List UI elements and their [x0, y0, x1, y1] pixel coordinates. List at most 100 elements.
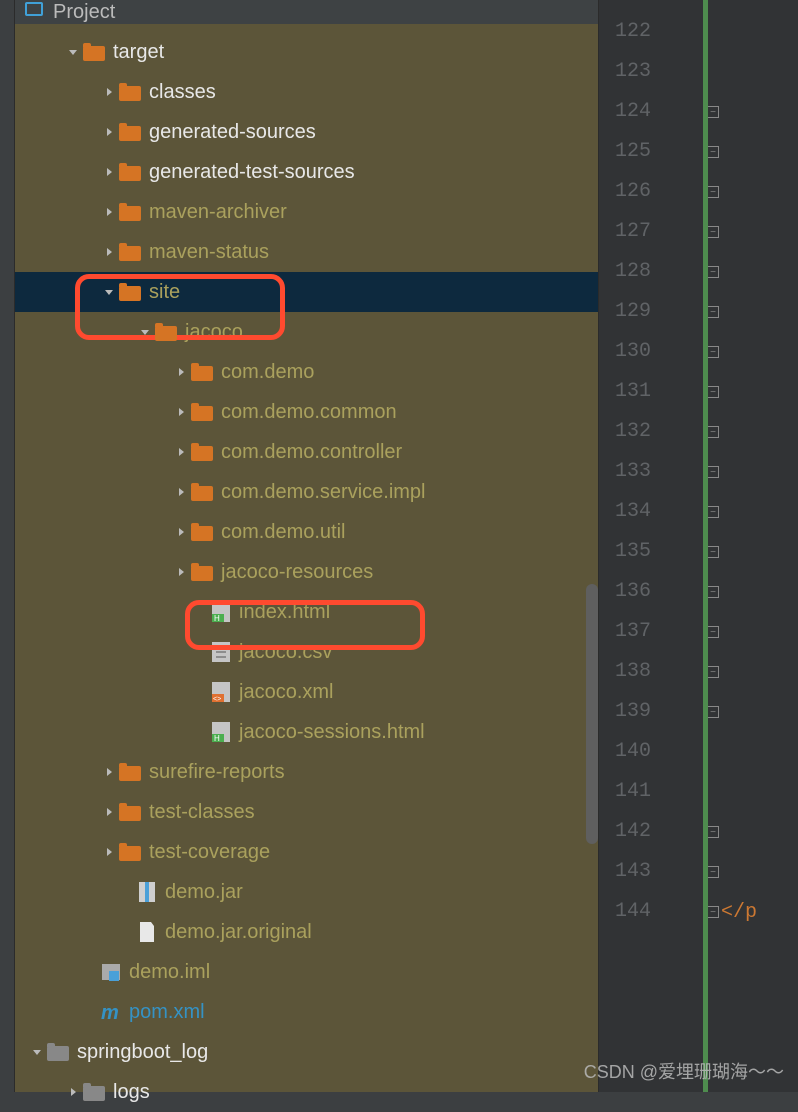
tree-item[interactable]: com.demo.service.impl [15, 472, 598, 512]
gutter-row[interactable] [707, 12, 798, 52]
expand-arrow-icon[interactable] [173, 484, 189, 500]
fold-mark-icon[interactable]: − [707, 266, 719, 278]
tree-item[interactable]: com.demo [15, 352, 598, 392]
gutter-row[interactable] [707, 772, 798, 812]
gutter-row[interactable]: − [707, 132, 798, 172]
gutter-row[interactable]: − [707, 412, 798, 452]
gutter-row[interactable]: − [707, 212, 798, 252]
expand-arrow-icon[interactable] [173, 404, 189, 420]
tree-item[interactable]: demo.jar [15, 872, 598, 912]
tree-item[interactable]: <>jacoco.xml [15, 672, 598, 712]
folder-icon [155, 323, 177, 341]
expand-arrow-icon[interactable] [65, 44, 81, 60]
tree-item[interactable]: mpom.xml [15, 992, 598, 1032]
fold-mark-icon[interactable]: − [707, 186, 719, 198]
tree-item-label: classes [149, 81, 216, 104]
tree-item[interactable]: com.demo.common [15, 392, 598, 432]
line-number: 130 [599, 332, 651, 372]
tree-item[interactable]: demo.iml [15, 952, 598, 992]
expand-arrow-icon[interactable] [101, 164, 117, 180]
tree-item[interactable]: test-coverage [15, 832, 598, 872]
tree-item[interactable]: logs [15, 1072, 598, 1112]
tree-item[interactable]: surefire-reports [15, 752, 598, 792]
project-tree[interactable]: target classes generated-sourcesgenerated-… [15, 24, 598, 1112]
tree-item[interactable]: maven-archiver [15, 192, 598, 232]
gutter-row[interactable]: − [707, 492, 798, 532]
expand-arrow-icon[interactable] [101, 844, 117, 860]
expand-arrow-icon[interactable] [101, 124, 117, 140]
tree-item[interactable]: springboot_log [15, 1032, 598, 1072]
gutter-row[interactable]: − [707, 692, 798, 732]
fold-mark-icon[interactable]: − [707, 706, 719, 718]
expand-arrow-icon[interactable] [173, 364, 189, 380]
expand-arrow-icon[interactable] [173, 524, 189, 540]
panel-header[interactable]: Project [15, 0, 598, 24]
line-number: 138 [599, 652, 651, 692]
gutter-row[interactable]: − [707, 612, 798, 652]
tree-item[interactable]: jacoco.csv [15, 632, 598, 672]
tree-item[interactable]: maven-status [15, 232, 598, 272]
fold-mark-icon[interactable]: − [707, 106, 719, 118]
expand-arrow-icon[interactable] [137, 324, 153, 340]
expand-arrow-icon[interactable] [29, 1044, 45, 1060]
expand-arrow-icon[interactable] [101, 804, 117, 820]
gutter-fold-region[interactable]: −−−−−−−−−−−−−−−−−−−</p [663, 0, 798, 1092]
gutter-row[interactable]: −</p [707, 892, 798, 932]
fold-mark-icon[interactable]: − [707, 666, 719, 678]
tree-item[interactable]: generated-test-sources [15, 152, 598, 192]
tree-item[interactable]: target [15, 32, 598, 72]
tree-item[interactable]: test-classes [15, 792, 598, 832]
tree-item[interactable]: com.demo.util [15, 512, 598, 552]
fold-mark-icon[interactable]: − [707, 906, 719, 918]
tree-item[interactable]: jacoco [15, 312, 598, 352]
tool-window-stripe[interactable] [0, 0, 15, 1092]
gutter-row[interactable]: − [707, 172, 798, 212]
gutter-row[interactable]: − [707, 812, 798, 852]
gutter-row[interactable] [707, 52, 798, 92]
fold-mark-icon[interactable]: − [707, 626, 719, 638]
fold-mark-icon[interactable]: − [707, 226, 719, 238]
fold-mark-icon[interactable]: − [707, 586, 719, 598]
fold-mark-icon[interactable]: − [707, 866, 719, 878]
gutter-row[interactable]: − [707, 292, 798, 332]
fold-mark-icon[interactable]: − [707, 426, 719, 438]
expand-arrow-icon[interactable] [173, 444, 189, 460]
fold-mark-icon[interactable]: − [707, 466, 719, 478]
gutter-row[interactable]: − [707, 532, 798, 572]
gutter-row[interactable]: − [707, 92, 798, 132]
fold-mark-icon[interactable]: − [707, 306, 719, 318]
gutter-row[interactable]: − [707, 372, 798, 412]
expand-arrow-icon[interactable] [173, 564, 189, 580]
tree-item[interactable]: jacoco-resources [15, 552, 598, 592]
tree-item[interactable]: Hindex.html [15, 592, 598, 632]
fold-mark-icon[interactable]: − [707, 826, 719, 838]
folder-icon [191, 443, 213, 461]
gutter-row[interactable]: − [707, 332, 798, 372]
tree-item[interactable]: site [15, 272, 598, 312]
gutter-row[interactable]: − [707, 852, 798, 892]
expand-arrow-icon[interactable] [101, 284, 117, 300]
gutter-row[interactable]: − [707, 252, 798, 292]
expand-arrow-icon[interactable] [101, 84, 117, 100]
tree-item-label: demo.jar [165, 881, 243, 904]
fold-mark-icon[interactable]: − [707, 546, 719, 558]
tree-item[interactable]: classes [15, 72, 598, 112]
gutter-row[interactable]: − [707, 452, 798, 492]
gutter-row[interactable]: − [707, 572, 798, 612]
tree-item[interactable]: Hjacoco-sessions.html [15, 712, 598, 752]
gutter-row[interactable] [707, 732, 798, 772]
fold-mark-icon[interactable]: − [707, 146, 719, 158]
expand-arrow-icon[interactable] [101, 764, 117, 780]
fold-mark-icon[interactable]: − [707, 506, 719, 518]
fold-mark-icon[interactable]: − [707, 346, 719, 358]
expand-arrow-icon[interactable] [101, 244, 117, 260]
tree-item[interactable]: demo.jar.original [15, 912, 598, 952]
scrollbar-thumb[interactable] [586, 584, 598, 844]
folder-icon [119, 123, 141, 141]
expand-arrow-icon[interactable] [65, 1084, 81, 1100]
tree-item[interactable]: generated-sources [15, 112, 598, 152]
expand-arrow-icon[interactable] [101, 204, 117, 220]
gutter-row[interactable]: − [707, 652, 798, 692]
fold-mark-icon[interactable]: − [707, 386, 719, 398]
tree-item[interactable]: com.demo.controller [15, 432, 598, 472]
